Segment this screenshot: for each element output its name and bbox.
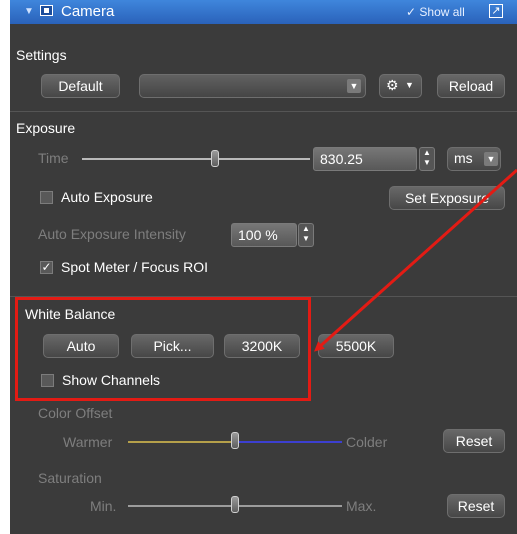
- settings-preset-dropdown[interactable]: ▼: [139, 74, 366, 98]
- color-offset-slider-thumb[interactable]: [231, 432, 239, 449]
- color-offset-label: Color Offset: [38, 405, 113, 421]
- camera-icon: [40, 5, 53, 16]
- spot-meter-checkbox[interactable]: ✓: [40, 261, 53, 274]
- checkmark-icon: ✓: [406, 5, 417, 19]
- color-offset-cold-track[interactable]: [238, 441, 342, 443]
- chevron-down-icon: ▼: [484, 152, 498, 166]
- auto-exposure-label: Auto Exposure: [61, 189, 153, 205]
- chevron-down-icon: ▼: [405, 80, 414, 90]
- white-balance-highlight-box: [15, 297, 311, 401]
- auto-exposure-intensity-label: Auto Exposure Intensity: [38, 226, 186, 242]
- show-all-toggle[interactable]: ✓ Show all: [406, 5, 465, 19]
- color-offset-warm-track[interactable]: [128, 441, 238, 443]
- camera-panel: ▼ Camera ✓ Show all ↗ Settings Default ▼…: [10, 0, 517, 534]
- time-unit-value: ms: [454, 150, 473, 166]
- time-slider-track[interactable]: [82, 158, 310, 160]
- time-unit-dropdown[interactable]: ms ▼: [447, 147, 501, 171]
- saturation-reset-button[interactable]: Reset: [447, 494, 505, 518]
- colder-label: Colder: [346, 434, 388, 450]
- settings-gear-menu[interactable]: ⚙ ▼: [379, 74, 422, 98]
- time-label: Time: [38, 150, 69, 166]
- default-button[interactable]: Default: [41, 74, 120, 98]
- color-offset-reset-button[interactable]: Reset: [443, 429, 505, 453]
- popout-icon[interactable]: ↗: [489, 4, 503, 18]
- chevron-down-icon: ▼: [347, 79, 361, 93]
- section-divider: [10, 111, 517, 112]
- time-spinner[interactable]: ▲ ▼: [419, 147, 435, 171]
- set-exposure-button[interactable]: Set Exposure: [389, 186, 505, 210]
- camera-titlebar[interactable]: ▼ Camera ✓ Show all ↗: [10, 0, 517, 24]
- collapse-arrow-icon[interactable]: ▼: [24, 6, 34, 17]
- auto-exposure-checkbox[interactable]: [40, 191, 53, 204]
- saturation-label: Saturation: [38, 470, 102, 486]
- settings-heading: Settings: [16, 47, 67, 63]
- saturation-max-label: Max.: [346, 498, 377, 514]
- exposure-heading: Exposure: [16, 120, 76, 136]
- time-value-field[interactable]: 830.25: [313, 147, 417, 171]
- saturation-slider-thumb[interactable]: [231, 496, 239, 513]
- saturation-min-label: Min.: [90, 498, 117, 514]
- warmer-label: Warmer: [63, 434, 113, 450]
- intensity-value-field[interactable]: 100 %: [231, 223, 297, 247]
- gear-icon: ⚙: [386, 77, 399, 93]
- panel-title: Camera: [61, 3, 115, 20]
- time-slider-thumb[interactable]: [211, 150, 219, 167]
- reload-button[interactable]: Reload: [437, 74, 505, 98]
- show-all-label: Show all: [419, 5, 465, 19]
- intensity-spinner[interactable]: ▲ ▼: [298, 223, 314, 247]
- spot-meter-label: Spot Meter / Focus ROI: [61, 259, 209, 275]
- white-balance-5500k-button[interactable]: 5500K: [318, 334, 394, 358]
